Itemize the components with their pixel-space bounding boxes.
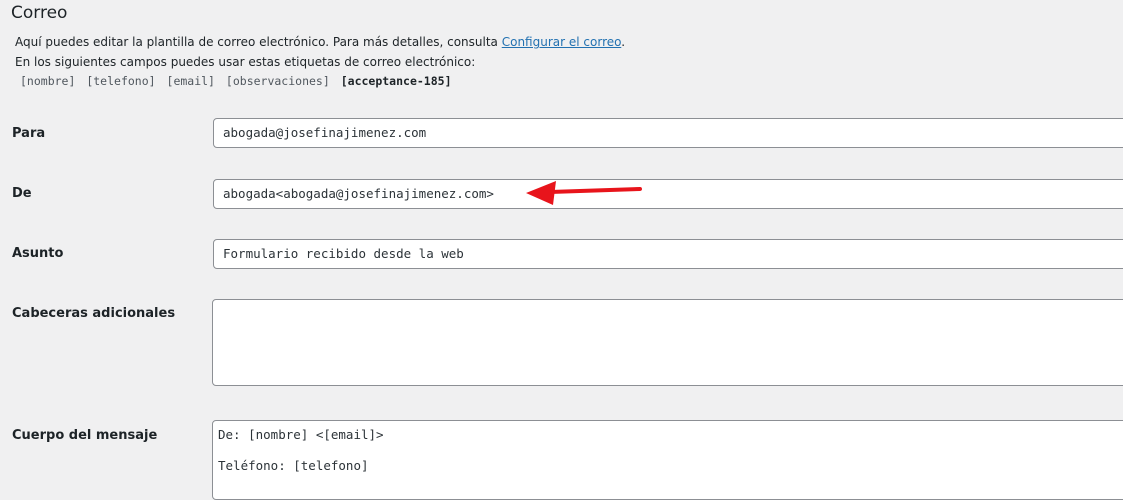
description-period: . xyxy=(621,35,626,49)
mail-settings-panel: Correo Aquí puedes editar la plantilla d… xyxy=(0,0,1123,500)
description-line-2: En los siguientes campos puedes usar est… xyxy=(15,55,476,69)
asunto-input[interactable]: Formulario recibido desde la web xyxy=(213,239,1123,269)
description-line-1: Aquí puedes editar la plantilla de corre… xyxy=(15,35,625,49)
cuerpo-line-3: Teléfono: [telefono] xyxy=(218,458,369,473)
mail-tag-observaciones: [observaciones] xyxy=(225,74,330,88)
description-text: Aquí puedes editar la plantilla de corre… xyxy=(15,35,502,49)
mail-tag-acceptance: [acceptance-185] xyxy=(340,74,452,88)
mail-tag-nombre: [nombre] xyxy=(20,74,76,88)
cuerpo-label: Cuerpo del mensaje xyxy=(12,428,158,443)
de-label: De xyxy=(12,186,32,201)
cuerpo-line-2 xyxy=(218,442,1123,458)
de-input[interactable]: abogada<abogada@josefinajimenez.com> xyxy=(213,179,1123,209)
asunto-label: Asunto xyxy=(12,246,64,261)
para-label: Para xyxy=(12,126,46,141)
section-title: Correo xyxy=(11,3,68,23)
cabeceras-textarea[interactable] xyxy=(212,299,1123,386)
mail-tag-telefono: [telefono] xyxy=(86,74,156,88)
cuerpo-line-1: De: [nombre] <[email]> xyxy=(218,427,384,442)
para-input[interactable]: abogada@josefinajimenez.com xyxy=(213,118,1123,148)
red-arrow-annotation xyxy=(526,181,642,205)
cuerpo-textarea[interactable]: De: [nombre] <[email]> Teléfono: [telefon… xyxy=(212,420,1123,500)
cabeceras-label: Cabeceras adicionales xyxy=(12,306,176,321)
mail-tag-email: [email] xyxy=(166,74,215,88)
mail-tags-list: [nombre] [telefono] [email] [observacion… xyxy=(20,74,456,88)
configure-mail-link[interactable]: Configurar el correo xyxy=(502,35,622,49)
